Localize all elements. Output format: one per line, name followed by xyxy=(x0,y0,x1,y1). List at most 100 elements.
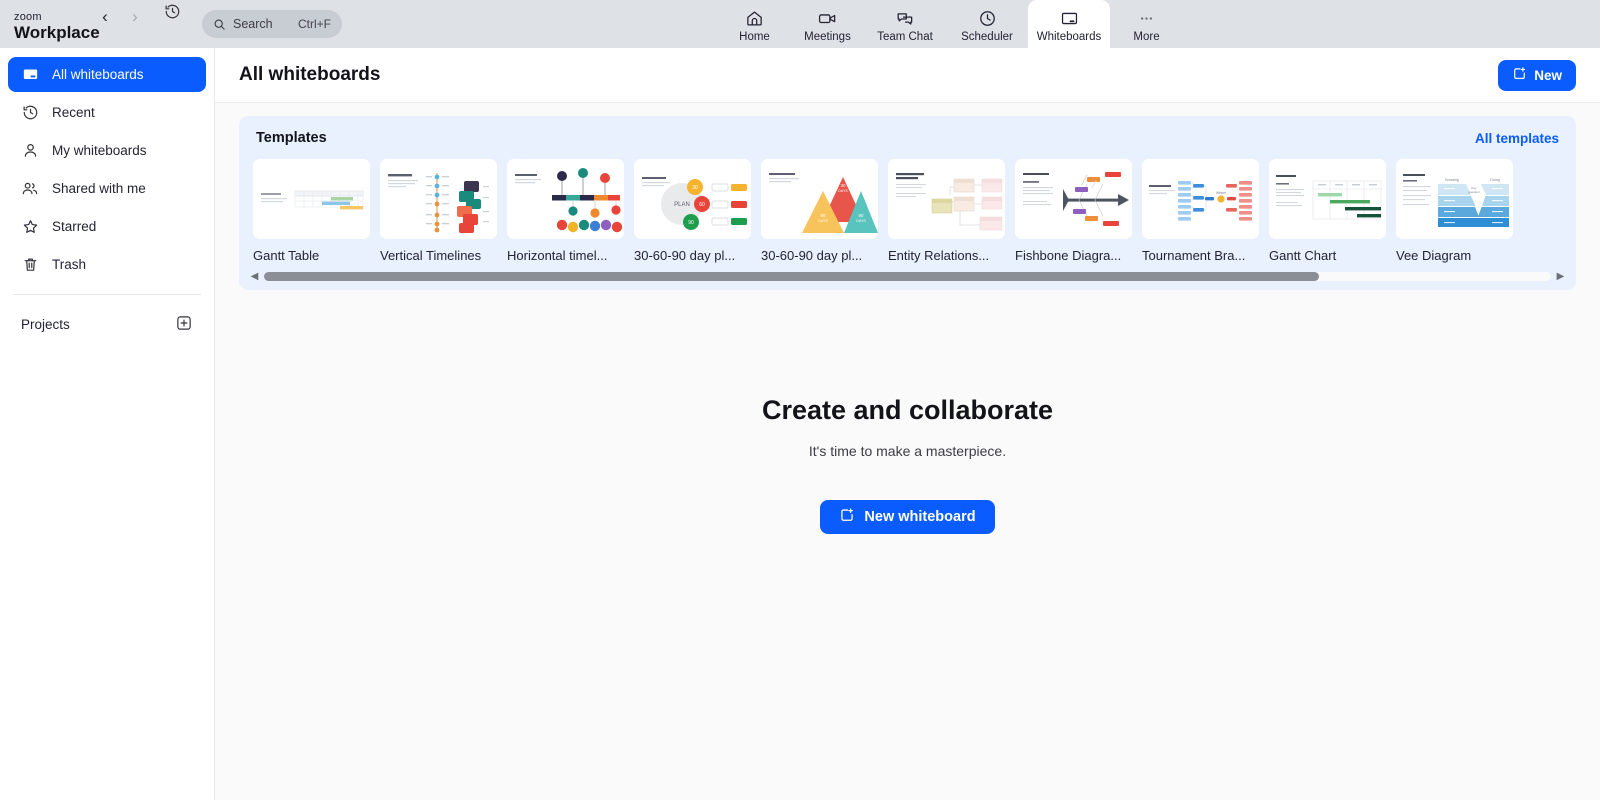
search-placeholder: Search xyxy=(233,17,291,31)
new-button[interactable]: New xyxy=(1498,60,1576,91)
sidebar-item-recent[interactable]: Recent xyxy=(8,95,206,130)
template-card[interactable]: Winner Tournament Bra... xyxy=(1142,159,1259,263)
templates-title: Templates xyxy=(256,130,327,146)
search-input[interactable]: Search Ctrl+F xyxy=(202,10,342,38)
triangle-left-icon[interactable]: ◀ xyxy=(249,271,260,282)
template-card[interactable]: Horizontal timel... xyxy=(507,159,624,263)
template-card[interactable]: Gantt Table xyxy=(253,159,370,263)
chevron-right-icon[interactable]: › xyxy=(122,4,148,30)
empty-state-heading: Create and collaborate xyxy=(762,395,1053,426)
sidebar-item-all-whiteboards[interactable]: All whiteboards xyxy=(8,57,206,92)
tab-label: Team Chat xyxy=(877,31,933,44)
brand-zoom-text: zoom xyxy=(14,11,92,23)
template-thumbnail-vertical-timeline xyxy=(380,159,497,239)
nav-arrows: ‹ › xyxy=(92,0,186,48)
tab-whiteboards[interactable]: Whiteboards xyxy=(1028,0,1110,48)
template-card[interactable]: PLAN 30 60 90 xyxy=(634,159,751,263)
svg-text:60: 60 xyxy=(821,213,826,218)
templates-scrollbar[interactable]: ◀ ▶ xyxy=(239,263,1576,290)
person-icon xyxy=(21,142,39,160)
whiteboard-icon xyxy=(1059,9,1080,28)
new-whiteboard-button-label: New whiteboard xyxy=(864,509,975,525)
sidebar-item-my-whiteboards[interactable]: My whiteboards xyxy=(8,133,206,168)
sidebar-item-shared-with-me[interactable]: Shared with me xyxy=(8,171,206,206)
chevron-left-icon[interactable]: ‹ xyxy=(92,4,118,30)
svg-text:90: 90 xyxy=(688,220,694,226)
tab-label: Meetings xyxy=(804,31,851,44)
template-name: Vertical Timelines xyxy=(380,248,497,263)
templates-header: Templates All templates xyxy=(239,130,1576,146)
tab-home[interactable]: Home xyxy=(718,4,791,48)
template-name: 30-60-90 day pl... xyxy=(634,248,751,263)
tab-team-chat[interactable]: Team Chat xyxy=(864,4,946,48)
clock-history-icon xyxy=(21,104,39,122)
svg-text:DAYS: DAYS xyxy=(818,219,828,223)
projects-label: Projects xyxy=(21,317,70,332)
empty-state-subtext: It's time to make a masterpiece. xyxy=(809,443,1006,459)
tab-label: Whiteboards xyxy=(1037,31,1102,44)
scrollbar-track[interactable] xyxy=(264,272,1551,281)
sidebar-projects-row[interactable]: Projects xyxy=(8,307,206,341)
tab-meetings[interactable]: Meetings xyxy=(791,4,864,48)
home-icon xyxy=(745,9,764,28)
template-name: 30-60-90 day pl... xyxy=(761,248,878,263)
template-card[interactable]: Entity Relations... xyxy=(888,159,1005,263)
app-body: All whiteboards Recent My whiteboards xyxy=(0,48,1600,800)
template-card[interactable]: Vertical Timelines xyxy=(380,159,497,263)
clock-icon xyxy=(978,9,997,28)
templates-panel: Templates All templates xyxy=(239,116,1576,290)
template-name: Fishbone Diagra... xyxy=(1015,248,1132,263)
template-name: Vee Diagram xyxy=(1396,248,1513,263)
svg-text:90: 90 xyxy=(859,213,864,218)
page-title: All whiteboards xyxy=(239,64,380,86)
empty-state: Create and collaborate It's time to make… xyxy=(215,290,1600,800)
search-shortcut: Ctrl+F xyxy=(298,17,331,31)
sidebar-item-starred[interactable]: Starred xyxy=(8,209,206,244)
template-thumbnail-erd xyxy=(888,159,1005,239)
template-thumbnail-bracket: Winner xyxy=(1142,159,1259,239)
scrollbar-thumb[interactable] xyxy=(264,272,1319,281)
template-card[interactable]: Gantt Chart xyxy=(1269,159,1386,263)
tab-label: Scheduler xyxy=(961,31,1013,44)
sidebar: All whiteboards Recent My whiteboards xyxy=(0,48,215,800)
sidebar-item-trash[interactable]: Trash xyxy=(8,247,206,282)
templates-strip: Gantt Table xyxy=(239,159,1576,263)
clock-history-icon[interactable] xyxy=(158,0,186,25)
page-header: All whiteboards New xyxy=(215,48,1600,103)
sidebar-item-label: My whiteboards xyxy=(52,143,147,158)
svg-text:30: 30 xyxy=(692,185,698,191)
svg-text:Winner: Winner xyxy=(1216,191,1227,195)
template-thumbnail-plan-triangles: 30 DAYS 60 DAYS 90 DAYS xyxy=(761,159,878,239)
sidebar-item-label: Trash xyxy=(52,257,86,272)
tab-more[interactable]: More xyxy=(1110,4,1183,48)
template-card[interactable]: Fishbone Diagra... xyxy=(1015,159,1132,263)
svg-text:30: 30 xyxy=(841,183,846,188)
all-templates-link[interactable]: All templates xyxy=(1475,131,1559,146)
triangle-right-icon[interactable]: ▶ xyxy=(1555,271,1566,282)
template-name: Tournament Bra... xyxy=(1142,248,1259,263)
chat-bubbles-icon xyxy=(895,9,915,28)
star-icon xyxy=(21,218,39,236)
new-whiteboard-icon xyxy=(1512,66,1527,84)
svg-text:DAYS: DAYS xyxy=(856,219,866,223)
search-icon xyxy=(213,18,226,31)
template-card[interactable]: Knowing Doing xyxy=(1396,159,1513,263)
template-thumbnail-fishbone xyxy=(1015,159,1132,239)
template-thumbnail-plan-circles: PLAN 30 60 90 xyxy=(634,159,751,239)
plus-square-icon[interactable] xyxy=(175,314,193,335)
trash-icon xyxy=(21,256,39,274)
tab-scheduler[interactable]: Scheduler xyxy=(946,4,1028,48)
tab-label: Home xyxy=(739,31,770,44)
svg-text:question: question xyxy=(1468,190,1480,194)
main-tabs: Home Meetings Team Chat xyxy=(718,0,1183,48)
template-thumbnail-horizontal-timeline xyxy=(507,159,624,239)
svg-text:DAYS: DAYS xyxy=(838,189,848,193)
top-toolbar: zoom Workplace ‹ › Search Ctrl+F xyxy=(0,0,1600,48)
sidebar-item-label: Recent xyxy=(52,105,95,120)
tab-label: More xyxy=(1133,31,1159,44)
new-whiteboard-button[interactable]: New whiteboard xyxy=(820,500,994,534)
svg-text:Knowing: Knowing xyxy=(1445,178,1459,182)
ellipsis-icon xyxy=(1137,9,1156,28)
template-card[interactable]: 30 DAYS 60 DAYS 90 DAYS 30-60-90 day pl.… xyxy=(761,159,878,263)
sidebar-item-label: Shared with me xyxy=(52,181,146,196)
